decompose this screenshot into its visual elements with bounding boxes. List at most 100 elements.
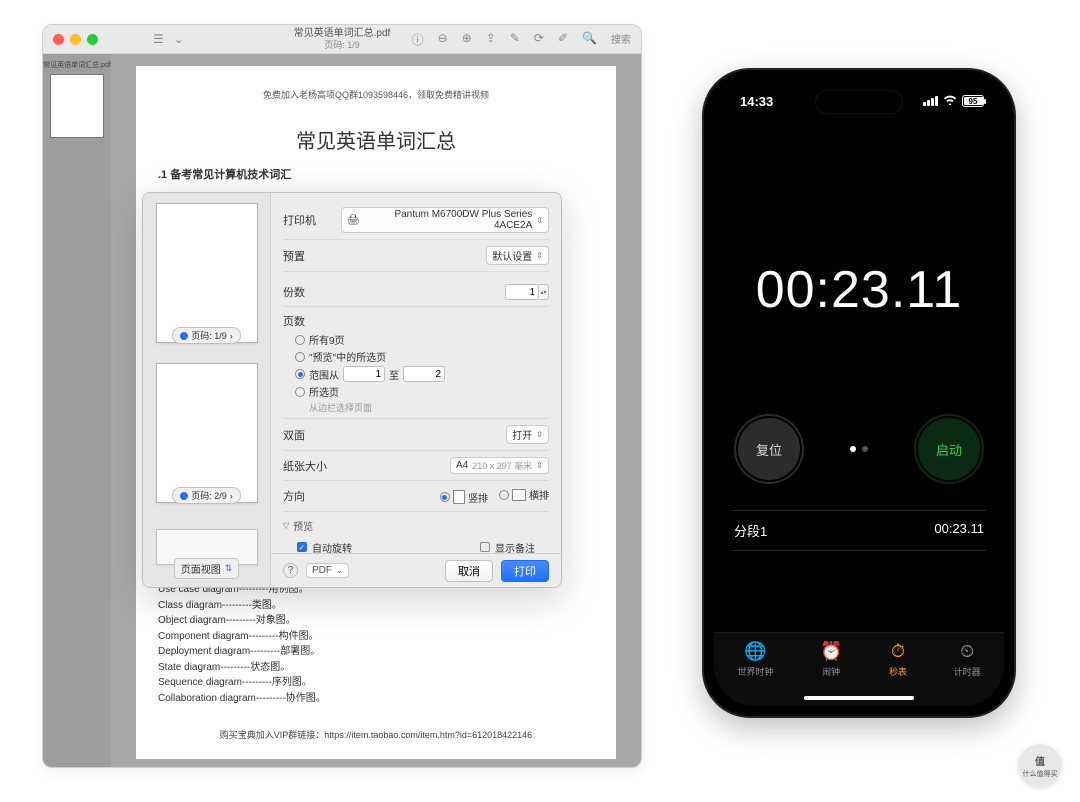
doc-title: 常见英语单词汇总 — [158, 125, 594, 154]
copies-row: 份数 ▴▾ — [283, 278, 549, 307]
preview-group-toggle[interactable]: ▽预览 — [283, 518, 549, 533]
zoom-out-icon[interactable]: ⊖ — [438, 31, 448, 48]
cancel-button[interactable]: 取消 — [445, 560, 493, 582]
lap-row: 分段1 00:23.11 — [732, 510, 986, 550]
timer-icon: ⏲ — [960, 641, 974, 662]
dynamic-island — [815, 90, 903, 114]
doc-top-note: 免费加入老杨高项QQ群1093598446，领取免费精讲视频 — [158, 88, 594, 101]
chevron-down-icon[interactable]: ⌄ — [174, 32, 184, 46]
title-text: 常见英语单词汇总.pdf — [294, 28, 391, 40]
cellular-icon — [923, 96, 938, 106]
lap-list[interactable]: 分段1 00:23.11 — [732, 510, 986, 551]
minimize-icon[interactable] — [70, 34, 81, 45]
papersize-select[interactable]: A4 210 x 297 毫米⇳ — [450, 457, 549, 474]
right-arrow-icon[interactable]: › — [230, 331, 233, 341]
chevron-updown-icon: ⇳ — [536, 251, 543, 260]
print-button[interactable]: 打印 — [501, 560, 549, 582]
print-dialog-footer: ? PDF⌄ 取消 打印 — [271, 553, 561, 587]
duplex-row: 双面 打开⇳ — [283, 419, 549, 451]
orientation-row: 方向 竖排 横排 — [283, 481, 549, 512]
fullscreen-icon[interactable] — [87, 34, 98, 45]
highlight-icon[interactable]: ✎ — [510, 31, 520, 48]
printer-select[interactable]: 🖨Pantum M6700DW Plus Series 4ACE2A⇳ — [341, 207, 549, 233]
lap-time: 00:23.11 — [934, 521, 984, 540]
print-options-scroll[interactable]: 打印机 🖨Pantum M6700DW Plus Series 4ACE2A⇳ … — [271, 193, 561, 553]
sidebar-toggle-icon[interactable]: ☰ — [153, 32, 164, 46]
tab-world-clock[interactable]: 🌐世界时钟 — [737, 641, 773, 678]
doc-section-heading: .1 备考常见计算机技术词汇 — [158, 166, 594, 182]
help-button[interactable]: ? — [283, 563, 298, 578]
copies-stepper[interactable]: ▴▾ — [539, 284, 549, 300]
share-icon[interactable]: ⇪ — [486, 31, 496, 48]
wifi-icon — [943, 94, 957, 108]
search-field[interactable]: 搜索 — [611, 31, 631, 48]
printer-row: 打印机 🖨Pantum M6700DW Plus Series 4ACE2A⇳ — [283, 201, 549, 240]
papersize-row: 纸张大小 A4 210 x 297 毫米⇳ — [283, 451, 549, 481]
info-icon[interactable]: ⓘ — [412, 31, 424, 48]
pages-preview-radio[interactable]: "预览"中的所选页 — [295, 349, 549, 364]
pages-label: 页数 — [283, 313, 549, 329]
duplex-select[interactable]: 打开⇳ — [506, 425, 549, 444]
auto-rotate-checkbox[interactable]: ✓ — [297, 542, 307, 552]
doc-body: Use case diagram---------用例图。 Class diag… — [158, 582, 594, 706]
pages-block: 页数 所有9页 "预览"中的所选页 范围从 至 所选页 从边栏选择页面 — [283, 307, 549, 419]
pages-all-radio[interactable]: 所有9页 — [295, 332, 549, 347]
copies-input[interactable] — [505, 284, 539, 300]
tab-bar: 🌐世界时钟 ⏰闹钟 ⏱秒表 ⏲计时器 — [714, 632, 1004, 706]
range-from-input[interactable] — [343, 366, 385, 382]
reset-button[interactable]: 复位 — [736, 416, 802, 482]
chevron-down-icon: ⌄ — [336, 566, 343, 575]
preview-options-group: ▽预览 ✓自动旋转 显示备注 缩放: 缩放以适合: • 打印整个图像 填满纸张 … — [283, 512, 549, 554]
tab-alarm[interactable]: ⏰闹钟 — [820, 641, 842, 678]
start-button[interactable]: 启动 — [916, 416, 982, 482]
stopwatch-icon: ⏱ — [891, 641, 905, 662]
sidebar-thumbnail[interactable] — [50, 74, 104, 138]
orientation-landscape[interactable]: 横排 — [499, 487, 549, 502]
lap-label: 分段1 — [734, 521, 767, 540]
page-indicator-1[interactable]: 页码: 1/9 › — [172, 327, 241, 344]
page-dots[interactable] — [850, 446, 868, 452]
page-indicator-2[interactable]: 页码: 2/9 › — [172, 487, 241, 504]
print-preview-thumb-2[interactable] — [156, 363, 258, 503]
alarm-icon: ⏰ — [820, 641, 842, 662]
markup-icon[interactable]: ✐ — [558, 31, 568, 48]
pages-hint: 从边栏选择页面 — [309, 401, 549, 414]
pages-selected-radio[interactable]: 所选页 — [295, 384, 549, 399]
left-arrow-icon[interactable] — [180, 332, 188, 340]
printer-icon: 🖨 — [347, 215, 360, 226]
iphone-screen: 14:33 95 00:23.11 复位 启动 分段1 00:23.11 🌐世界… — [714, 80, 1004, 706]
show-notes-checkbox[interactable] — [480, 542, 490, 552]
close-icon[interactable] — [53, 34, 64, 45]
preview-view-selector[interactable]: 页面视图 ⇅ — [174, 558, 240, 579]
home-indicator[interactable] — [804, 696, 914, 700]
rotate-icon[interactable]: ⟳ — [534, 31, 544, 48]
print-options-pane: 打印机 🖨Pantum M6700DW Plus Series 4ACE2A⇳ … — [271, 193, 561, 587]
tab-timer[interactable]: ⏲计时器 — [954, 641, 981, 678]
left-arrow-icon[interactable] — [180, 492, 188, 500]
window-title: 常见英语单词汇总.pdf 页码: 1/9 — [294, 28, 391, 51]
titlebar: ☰ ⌄ 常见英语单词汇总.pdf 页码: 1/9 ⓘ ⊖ ⊕ ⇪ ✎ ⟳ ✐ 🔍… — [43, 25, 641, 54]
disclosure-triangle-icon: ▽ — [283, 521, 289, 530]
iphone-frame: 14:33 95 00:23.11 复位 启动 分段1 00:23.11 🌐世界… — [702, 68, 1016, 718]
orientation-portrait[interactable]: 竖排 — [440, 490, 488, 505]
pages-range-radio[interactable]: 范围从 至 — [295, 366, 549, 382]
preset-row: 预置 默认设置⇳ — [283, 240, 549, 272]
right-arrow-icon[interactable]: › — [230, 491, 233, 501]
zoom-in-icon[interactable]: ⊕ — [462, 31, 472, 48]
search-icon[interactable]: 🔍 — [582, 31, 597, 48]
stopwatch-time: 00:23.11 — [714, 260, 1004, 320]
battery-icon: 95 — [962, 95, 984, 107]
title-subtitle: 页码: 1/9 — [294, 40, 391, 51]
portrait-icon — [453, 490, 465, 504]
preset-select[interactable]: 默认设置⇳ — [486, 246, 549, 265]
print-preview-thumb-1[interactable] — [156, 203, 258, 343]
sidebar-filename: 常见英语单词汇总.pdf — [43, 60, 111, 70]
status-right: 95 — [923, 94, 984, 108]
globe-icon: 🌐 — [744, 641, 766, 662]
range-to-input[interactable] — [403, 366, 445, 382]
thumbnail-sidebar[interactable]: 常见英语单词汇总.pdf — [43, 54, 111, 767]
chevron-updown-icon: ⇳ — [536, 430, 543, 439]
traffic-lights[interactable] — [53, 34, 98, 45]
tab-stopwatch[interactable]: ⏱秒表 — [889, 641, 907, 678]
pdf-dropdown[interactable]: PDF⌄ — [306, 563, 349, 578]
